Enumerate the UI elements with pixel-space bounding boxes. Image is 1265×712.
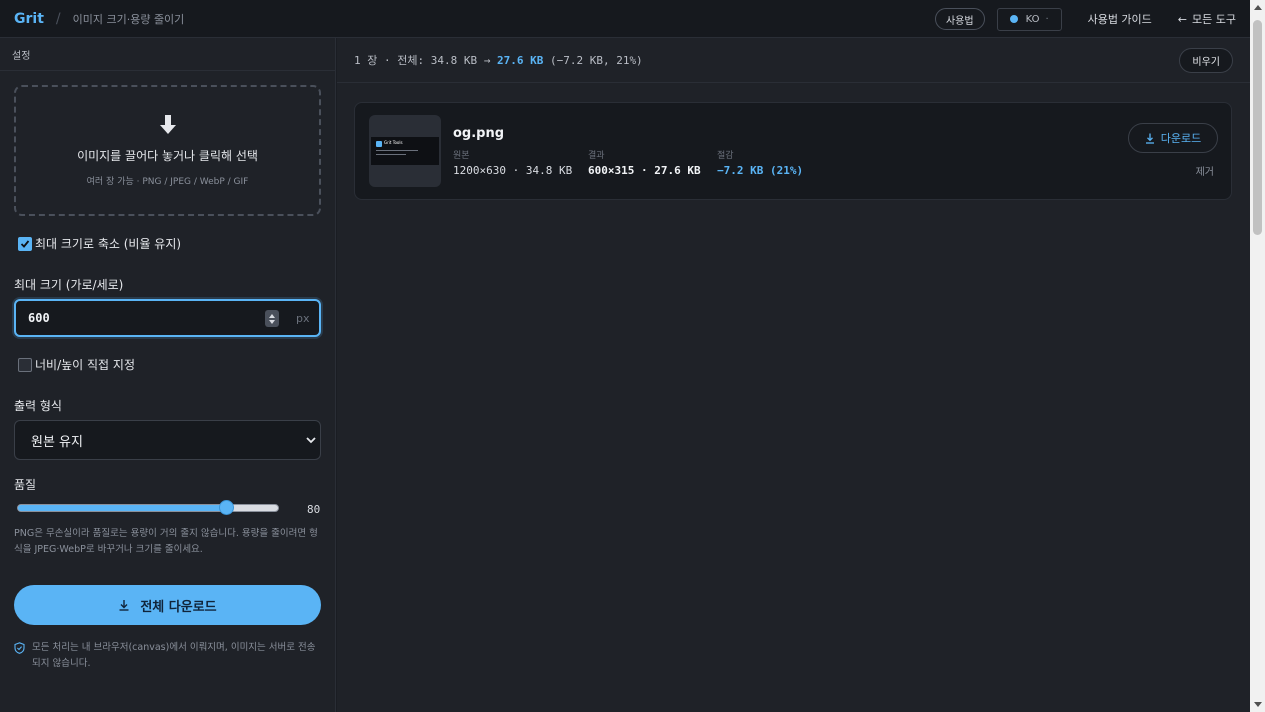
summary-dot: · [384, 53, 391, 67]
max-size-label: 최대 크기 (가로/세로) [14, 278, 124, 292]
download-label: 다운로드 [1160, 132, 1202, 145]
chevron-down-icon: · [1045, 13, 1049, 25]
custom-size-label: 너비/높이 직접 지정 [35, 358, 135, 372]
all-tools-label: 모든 도구 [1192, 13, 1236, 26]
summary-bar: 1 장 · 전체: 34.8 KB → 27.6 KB (−7.2 KB, 21… [337, 38, 1250, 83]
download-icon [1145, 133, 1154, 144]
summary-total-label: 전체: [397, 54, 425, 67]
page-title: 이미지 크기·용량 줄이기 [72, 12, 185, 26]
shield-icon [14, 642, 25, 654]
language-select[interactable]: KO · [996, 7, 1062, 31]
thumbnail-title: Grit Tools [384, 140, 403, 145]
file-card: Grit Tools og.png 원본 1200×630 · 34.8 KB … [354, 102, 1232, 200]
scroll-up-arrow-icon[interactable] [1254, 5, 1262, 10]
fit-max-option[interactable]: 최대 크기로 축소 (비율 유지) [18, 235, 181, 252]
download-all-button[interactable]: 전체 다운로드 [14, 585, 321, 625]
summary-original: 34.8 KB [430, 53, 478, 67]
download-icon [119, 600, 129, 611]
original-value: 1200×630 · 34.8 KB [453, 164, 573, 177]
quality-slider-thumb[interactable] [219, 500, 234, 515]
format-select[interactable]: 원본 유지 [14, 420, 321, 460]
quality-label: 품질 [14, 478, 37, 492]
saved-info: 절감 −7.2 KB (21%) [717, 148, 803, 177]
scrollbar-thumb[interactable] [1253, 20, 1262, 235]
guide-link[interactable]: 사용법 가이드 [1088, 11, 1152, 27]
original-label: 원본 [453, 151, 470, 161]
download-button[interactable]: 다운로드 [1128, 123, 1218, 153]
quality-slider[interactable] [17, 500, 279, 515]
result-value: 600×315 · 27.6 KB [588, 164, 701, 177]
dropzone-title: 이미지를 끌어다 놓거나 클릭해 선택 [77, 148, 258, 163]
custom-size-option[interactable]: 너비/높이 직접 지정 [18, 356, 135, 373]
results-panel: 1 장 · 전체: 34.8 KB → 27.6 KB (−7.2 KB, 21… [337, 38, 1250, 712]
left-arrow-icon: ← [1177, 12, 1188, 26]
down-arrow-icon [159, 114, 176, 134]
result-info: 결과 600×315 · 27.6 KB [588, 148, 701, 177]
max-size-input[interactable]: 600 px [14, 299, 321, 337]
file-name: og.png [453, 126, 505, 141]
sidebar-title: 설정 [0, 38, 335, 71]
brand-logo[interactable]: Grit [14, 11, 44, 27]
clear-button[interactable]: 비우기 [1179, 48, 1233, 73]
fit-max-label: 최대 크기로 축소 (비율 유지) [35, 237, 182, 251]
privacy-note: 모든 처리는 내 브라우저(canvas)에서 이뤄지며, 이미지는 서버로 전… [14, 640, 321, 672]
quality-value: 80 [307, 503, 321, 516]
format-selected: 원본 유지 [31, 434, 83, 450]
download-all-label: 전체 다운로드 [140, 599, 217, 615]
usage-button[interactable]: 사용법 [934, 8, 985, 30]
remove-button[interactable]: 제거 [1196, 163, 1214, 178]
saved-label: 절감 [717, 151, 734, 161]
check-icon [20, 239, 30, 248]
dropzone-hint: 여러 장 가능 · PNG / JPEG / WebP / GIF [86, 176, 249, 187]
result-label: 결과 [588, 151, 605, 161]
original-info: 원본 1200×630 · 34.8 KB [453, 148, 572, 177]
all-tools-link[interactable]: ← 모든 도구 [1178, 11, 1236, 27]
file-thumbnail: Grit Tools [369, 115, 441, 187]
scroll-down-arrow-icon[interactable] [1254, 702, 1262, 707]
language-label: KO [1025, 13, 1040, 25]
number-spinner[interactable] [265, 310, 279, 327]
quality-slider-fill [18, 505, 226, 511]
globe-icon [1009, 15, 1018, 23]
breadcrumb-separator: / [55, 10, 61, 27]
format-label: 출력 형식 [14, 399, 62, 413]
summary-count: 1 장 [354, 54, 378, 67]
app-header: Grit / 이미지 크기·용량 줄이기 사용법 KO · 사용법 가이드 ← … [0, 0, 1250, 38]
page-scrollbar[interactable] [1250, 0, 1265, 712]
settings-sidebar: 설정 이미지를 끌어다 놓거나 클릭해 선택 여러 장 가능 · PNG / J… [0, 38, 336, 712]
summary-result: 27.6 KB [496, 53, 544, 67]
image-dropzone[interactable]: 이미지를 끌어다 놓거나 클릭해 선택 여러 장 가능 · PNG / JPEG… [14, 85, 321, 216]
max-size-value: 600 [28, 311, 50, 325]
format-note: PNG은 무손실이라 품질로는 용량이 거의 줄지 않습니다. 용량을 줄이려면… [14, 528, 318, 555]
custom-size-checkbox[interactable] [18, 357, 32, 372]
max-size-unit: px [296, 312, 310, 325]
saved-value: −7.2 KB (21%) [717, 164, 804, 177]
summary-saved: (−7.2 KB, 21%) [549, 53, 643, 67]
chevron-down-icon [306, 437, 316, 444]
privacy-text: 모든 처리는 내 브라우저(canvas)에서 이뤄지며, 이미지는 서버로 전… [32, 642, 316, 669]
fit-max-checkbox[interactable] [18, 236, 32, 251]
summary-arrow: → [483, 53, 491, 67]
header-actions: 사용법 KO · 사용법 가이드 ← 모든 도구 [934, 0, 1236, 38]
